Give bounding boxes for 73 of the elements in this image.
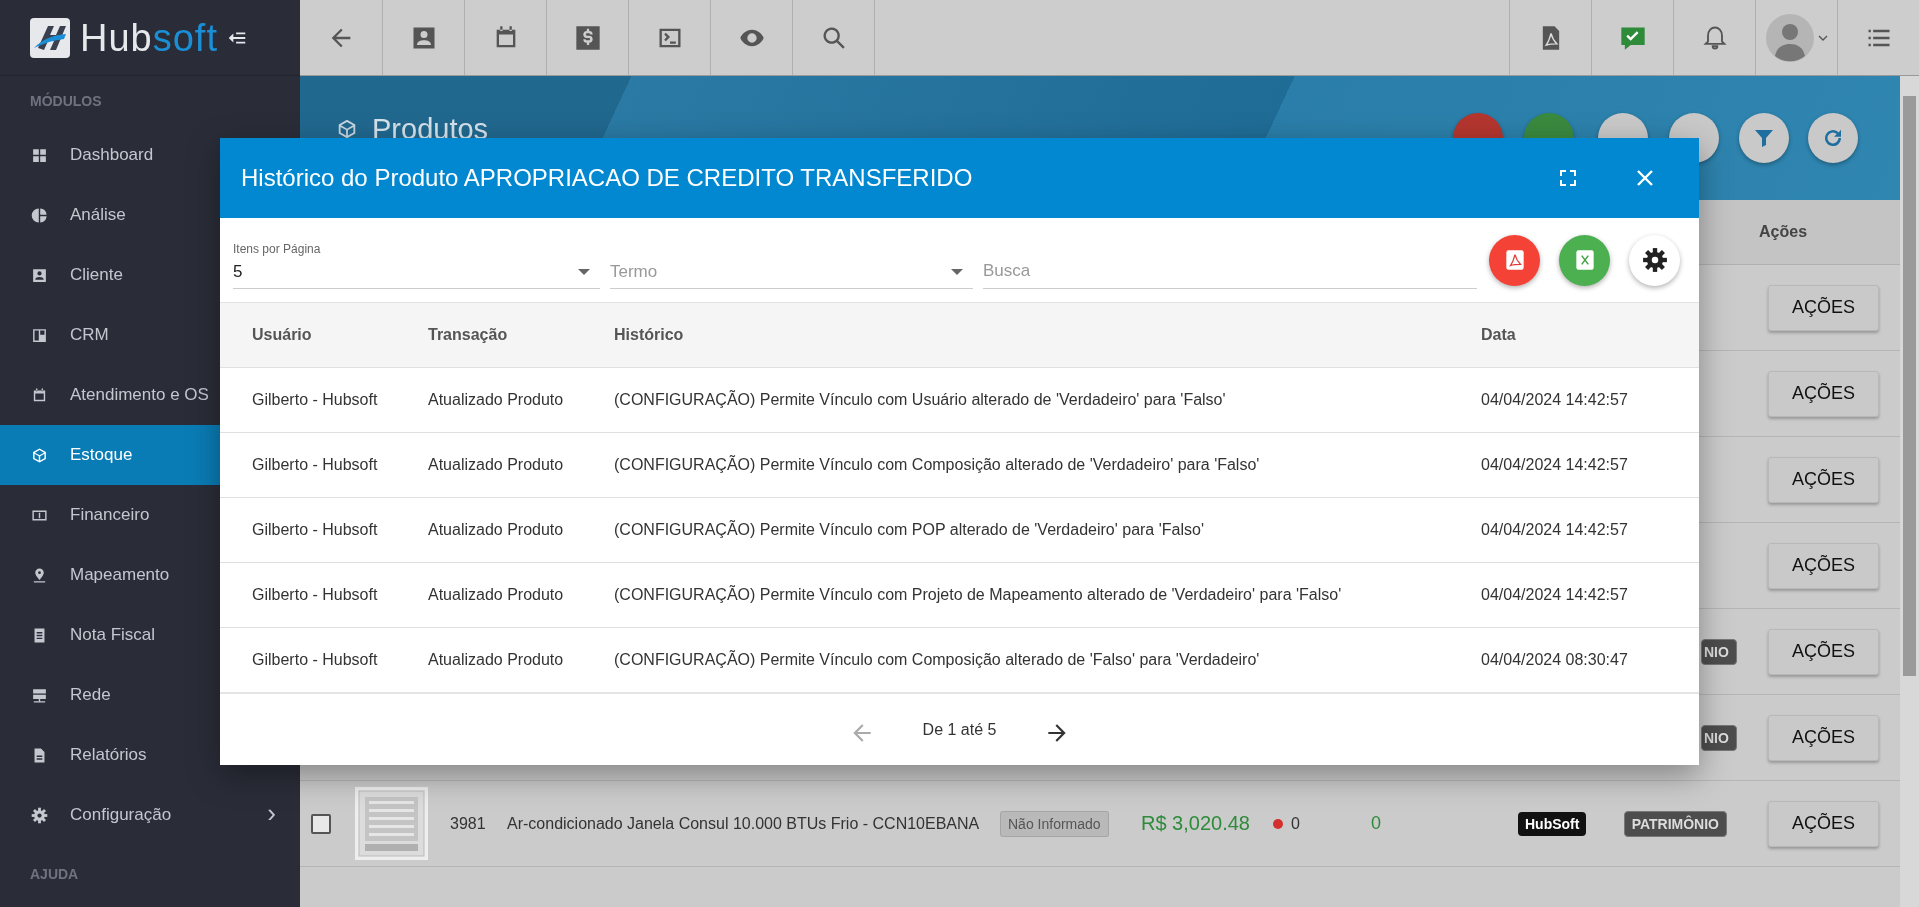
dollar-icon[interactable] [573, 23, 602, 52]
calendar-clock-icon [31, 386, 48, 404]
table-cell-text: Gilberto - Hubsoft [252, 586, 379, 604]
grid-icon [31, 146, 48, 164]
server-icon [31, 686, 48, 704]
table-cell-text: Atualizado Produto [428, 586, 565, 604]
price: R$ 3,020.48 [1141, 812, 1250, 834]
items-per-page-select[interactable]: Itens por Página 5 [233, 231, 600, 289]
board-icon [31, 326, 48, 344]
dropdown-caret-icon [951, 269, 963, 275]
table-cell-text: Gilberto - Hubsoft [252, 521, 379, 539]
type-tag: PATRIMÔNIO [1623, 810, 1727, 837]
column-header: Ações [1759, 223, 1808, 241]
cube-icon [336, 118, 358, 140]
logo-text: Hubsoft [80, 18, 218, 57]
settings-button[interactable] [1629, 234, 1680, 286]
table-cell-text: (CONFIGURAÇÃO) Permite Vínculo com Composição alterado de 'Falso' para 'Verdadeiro' [614, 651, 1261, 669]
status-tag: Não Informado [1000, 810, 1109, 837]
table-cell-text: 04/04/2024 14:42:57 [1481, 521, 1629, 539]
actions-button[interactable]: AÇÕES [1768, 800, 1879, 847]
sidebar-item[interactable]: Relatórios [0, 725, 300, 785]
excel-export-button[interactable] [1559, 234, 1610, 286]
column-header: Data [1481, 326, 1517, 344]
checkbox[interactable] [311, 813, 331, 834]
pdf-export-button[interactable] [1489, 234, 1540, 286]
pie-chart-icon [31, 206, 48, 224]
actions-button[interactable]: AÇÕES [1768, 370, 1879, 417]
table-cell-text: Atualizado Produto [428, 391, 565, 409]
table-cell-text: Atualizado Produto [428, 521, 565, 539]
actions-button[interactable]: AÇÕES [1768, 542, 1879, 589]
column-header: Transação [428, 326, 509, 344]
table-cell-text: (CONFIGURAÇÃO) Permite Vínculo com Composição alterado de 'Verdadeiro' para 'Falso' [614, 456, 1261, 474]
filter-button[interactable] [1739, 113, 1789, 163]
table-cell-text: Atualizado Produto [428, 456, 565, 474]
column-header: Histórico [614, 326, 685, 344]
actions-button[interactable]: AÇÕES [1768, 714, 1879, 761]
table-cell-text: 04/04/2024 14:42:57 [1481, 391, 1629, 409]
table-cell-text: 04/04/2024 08:30:47 [1481, 651, 1629, 669]
product-code: 3981 [450, 814, 486, 832]
stock-count: 0 [1291, 814, 1300, 833]
refresh-button[interactable] [1808, 113, 1858, 163]
type-tag: NIO [1701, 638, 1737, 665]
actions-button[interactable]: AÇÕES [1768, 284, 1879, 331]
section-label: AJUDA [29, 865, 80, 884]
section-label: MÓDULOS [29, 91, 103, 111]
table-cell-text: Gilberto - Hubsoft [252, 391, 379, 409]
actions-button[interactable]: AÇÕES [1768, 456, 1879, 503]
status-dot-icon [1273, 818, 1283, 829]
logo-icon [30, 17, 70, 58]
page-range: De 1 até 5 [922, 721, 997, 739]
table-cell-text: (CONFIGURAÇÃO) Permite Vínculo com Projeto de Mapeamento alterado de 'Verdadeiro' para 'Falso' [614, 586, 1343, 604]
dropdown-caret-icon [578, 269, 590, 275]
table-cell-text: (CONFIGURAÇÃO) Permite Vínculo com Usuário alterado de 'Verdadeiro' para 'Falso' [614, 391, 1227, 409]
type-tag: NIO [1701, 724, 1737, 751]
table-cell-text: 04/04/2024 14:42:57 [1481, 586, 1629, 604]
caret-icon[interactable] [1817, 34, 1828, 41]
avatar-icon[interactable] [1765, 13, 1814, 62]
scrollbar[interactable] [1900, 76, 1919, 907]
settings-icon [1641, 247, 1668, 273]
brand-tag: HubSoft [1518, 811, 1587, 836]
actions-button[interactable]: AÇÕES [1768, 628, 1879, 675]
count: 0 [1371, 813, 1381, 833]
contact-card-icon [31, 266, 48, 284]
column-header: Usuário [252, 326, 313, 344]
settings-icon [31, 806, 48, 824]
cube-icon [31, 446, 48, 464]
map-pin-icon [31, 566, 48, 584]
table-cell-text: Atualizado Produto [428, 651, 565, 669]
sidebar-item[interactable]: Configuração › [0, 785, 300, 845]
table-cell-text: (CONFIGURAÇÃO) Permite Vínculo com POP alterado de 'Verdadeiro' para 'Falso' [614, 521, 1205, 539]
chevron-icon: › [267, 800, 276, 826]
table-cell-text: 04/04/2024 14:42:57 [1481, 456, 1629, 474]
product-name: Ar-condicionado Janela Consul 10.000 BTUs Frio - CCN10EBANA [507, 814, 980, 832]
